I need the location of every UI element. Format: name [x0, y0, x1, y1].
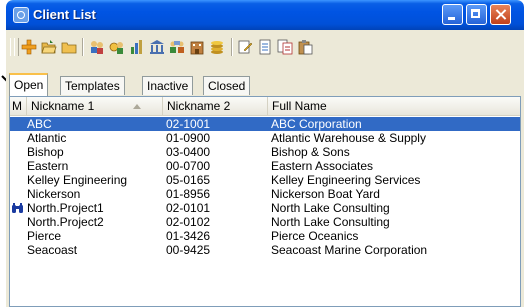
document-icon[interactable]: [257, 39, 273, 55]
table-row[interactable]: North.Project2 02-0102 North Lake Consul…: [10, 215, 520, 229]
nickname2-cell: 00-0700: [166, 159, 211, 173]
nickname2-cell: 02-0101: [166, 201, 211, 215]
column-header-nickname1[interactable]: Nickname 1: [27, 97, 163, 115]
fullname-cell: ABC Corporation: [271, 117, 362, 131]
fullname-cell: Seacoast Marine Corporation: [271, 243, 428, 257]
table-row[interactable]: Kelley Engineering 05-0165 Kelley Engine…: [10, 173, 520, 187]
title-bar[interactable]: Client List: [6, 0, 524, 30]
fullname-cell: Nickerson Boat Yard: [271, 187, 380, 201]
fullname-cell: Bishop & Sons: [271, 145, 350, 159]
table-header: M Nickname 1 Nickname 2 Full Name: [10, 97, 520, 116]
table-row[interactable]: Eastern 00-0700 Eastern Associates: [10, 159, 520, 173]
nickname1-cell: ABC: [27, 117, 52, 131]
app-icon[interactable]: [13, 7, 29, 23]
add-icon[interactable]: [21, 39, 37, 55]
toolbar-separator: [231, 38, 233, 56]
folder-icon[interactable]: [61, 39, 77, 55]
note-icon[interactable]: [237, 39, 253, 55]
fullname-cell: Kelley Engineering Services: [271, 173, 421, 187]
fullname-cell: Pierce Oceanics: [271, 229, 359, 243]
fullname-cell: North Lake Consulting: [271, 215, 390, 229]
client-table: M Nickname 1 Nickname 2 Full Name ABC 02…: [9, 96, 521, 307]
table-row[interactable]: North.Project1 02-0101 North Lake Consul…: [10, 201, 520, 215]
nickname1-cell: Kelley Engineering: [27, 173, 128, 187]
column-header-fullname[interactable]: Full Name: [268, 97, 520, 115]
paste-icon[interactable]: [297, 39, 313, 55]
minimize-button[interactable]: [442, 4, 463, 25]
client-list-window: Client List Open Templates Inactive Clos…: [6, 0, 524, 307]
key-people-icon[interactable]: [109, 39, 125, 55]
table-row[interactable]: ABC 02-1001 ABC Corporation: [10, 117, 520, 131]
nickname2-cell: 00-9425: [166, 243, 211, 257]
nickname1-cell: Bishop: [27, 145, 64, 159]
tab-open[interactable]: Open: [9, 73, 49, 96]
group-icon[interactable]: [169, 39, 185, 55]
binoculars-icon: [12, 203, 23, 213]
nickname2-cell: 05-0165: [166, 173, 211, 187]
tab-inactive[interactable]: Inactive: [142, 76, 194, 95]
nickname1-cell: Seacoast: [27, 243, 78, 257]
fullname-cell: Eastern Associates: [271, 159, 374, 173]
nickname1-cell: Nickerson: [27, 187, 81, 201]
window-title: Client List: [33, 7, 96, 22]
fullname-cell: Atlantic Warehouse & Supply: [271, 131, 426, 145]
nickname2-cell: 02-0102: [166, 215, 211, 229]
nickname1-cell: Atlantic: [27, 131, 67, 145]
nickname2-cell: 03-0400: [166, 145, 211, 159]
building-icon[interactable]: [189, 39, 205, 55]
nickname1-cell: North.Project2: [27, 215, 104, 229]
column-header-nickname2[interactable]: Nickname 2: [163, 97, 268, 115]
fullname-cell: North Lake Consulting: [271, 201, 390, 215]
nickname1-cell: North.Project1: [27, 201, 104, 215]
close-button[interactable]: [490, 4, 511, 25]
toolbar-separator: [82, 38, 84, 56]
column-header-label: Nickname 1: [31, 99, 95, 113]
maximize-button[interactable]: [466, 4, 487, 25]
table-row[interactable]: Pierce 01-3426 Pierce Oceanics: [10, 229, 520, 243]
bank-icon[interactable]: [149, 39, 165, 55]
table-row[interactable]: Nickerson 01-8956 Nickerson Boat Yard: [10, 187, 520, 201]
toolbar-grip[interactable]: [14, 38, 19, 56]
tab-strip: Open Templates Inactive Closed: [6, 72, 524, 96]
tab-closed[interactable]: Closed: [203, 76, 251, 95]
sort-ascending-icon: [133, 104, 141, 109]
nickname2-cell: 01-0900: [166, 131, 211, 145]
toolbar: [6, 30, 524, 64]
nickname2-cell: 01-3426: [166, 229, 211, 243]
nickname2-cell: 02-1001: [166, 117, 211, 131]
table-row[interactable]: Seacoast 00-9425 Seacoast Marine Corpora…: [10, 243, 520, 257]
multi-document-icon[interactable]: [277, 39, 293, 55]
chart-icon[interactable]: [129, 39, 145, 55]
tab-templates[interactable]: Templates: [60, 76, 125, 95]
open-folder-icon[interactable]: [41, 39, 57, 55]
column-header-marker[interactable]: M: [10, 97, 27, 115]
coins-icon[interactable]: [209, 39, 225, 55]
nickname2-cell: 01-8956: [166, 187, 211, 201]
table-row[interactable]: Atlantic 01-0900 Atlantic Warehouse & Su…: [10, 131, 520, 145]
people-icon[interactable]: [89, 39, 105, 55]
table-row[interactable]: Bishop 03-0400 Bishop & Sons: [10, 145, 520, 159]
nickname1-cell: Eastern: [27, 159, 69, 173]
nickname1-cell: Pierce: [27, 229, 62, 243]
